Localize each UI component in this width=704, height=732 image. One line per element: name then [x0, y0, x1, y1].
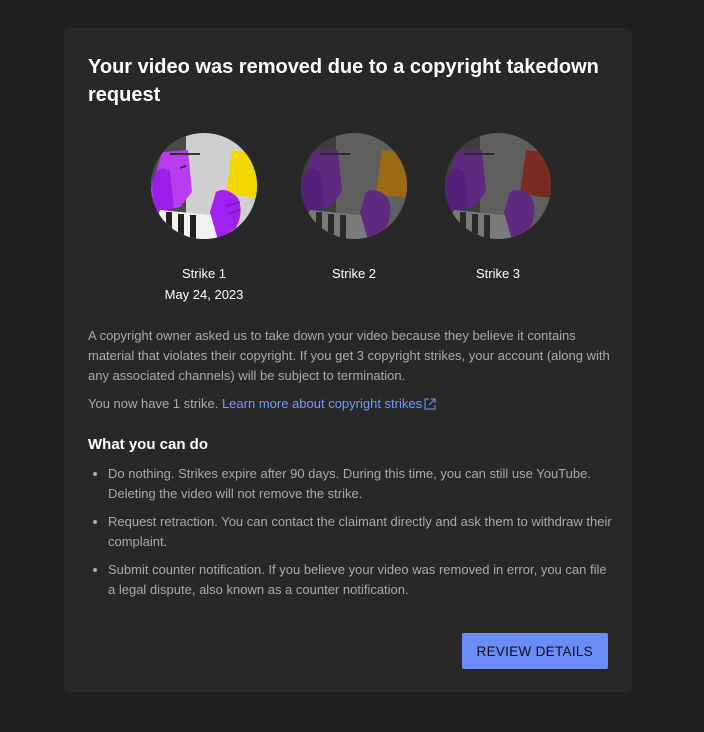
what-you-can-do-heading: What you can do	[88, 436, 208, 453]
strikes-row: Strike 1 May 24, 2023 Strike 2 Strike 3	[64, 132, 632, 308]
bullet	[93, 520, 97, 524]
learn-more-link[interactable]: Learn more about copyright strikes	[222, 396, 436, 411]
strike-count: You now have 1 strike. Learn more about …	[88, 394, 612, 414]
option-text: Do nothing. Strikes expire after 90 days…	[108, 466, 591, 501]
learn-more-link-text[interactable]: Learn more about copyright strikes	[222, 396, 422, 411]
options-list: Do nothing. Strikes expire after 90 days…	[88, 464, 612, 608]
strike-2: Strike 2	[284, 132, 424, 308]
strike-description: A copyright owner asked us to take down …	[88, 328, 610, 383]
referee-strike-illustration	[151, 133, 257, 239]
strike-3-label: Strike 3	[475, 266, 521, 281]
list-item: Request retraction. You can contact the …	[88, 512, 612, 552]
bullet	[93, 568, 97, 572]
strike-1: Strike 1 May 24, 2023	[134, 132, 274, 308]
strike-dialog: Your video was removed due to a copyrigh…	[64, 28, 632, 692]
dialog-title: Your video was removed due to a copyrigh…	[88, 56, 599, 106]
strike-1-label: Strike 1	[181, 266, 227, 281]
list-item: Submit counter notification. If you beli…	[88, 560, 612, 600]
strike-3: Strike 3	[428, 132, 568, 308]
bullet	[93, 472, 97, 476]
strike-1-date: May 24, 2023	[164, 287, 244, 302]
option-text: Submit counter notification. If you beli…	[108, 562, 607, 597]
review-details-button[interactable]: REVIEW DETAILS	[461, 633, 608, 669]
strike-2-label: Strike 2	[331, 266, 377, 281]
strike-count-text: You now have 1 strike.	[88, 396, 219, 411]
referee-strike-illustration	[445, 133, 551, 239]
list-item: Do nothing. Strikes expire after 90 days…	[88, 464, 612, 504]
external-link-icon[interactable]	[424, 398, 436, 410]
option-text: Request retraction. You can contact the …	[108, 514, 612, 549]
referee-strike-illustration	[301, 133, 407, 239]
